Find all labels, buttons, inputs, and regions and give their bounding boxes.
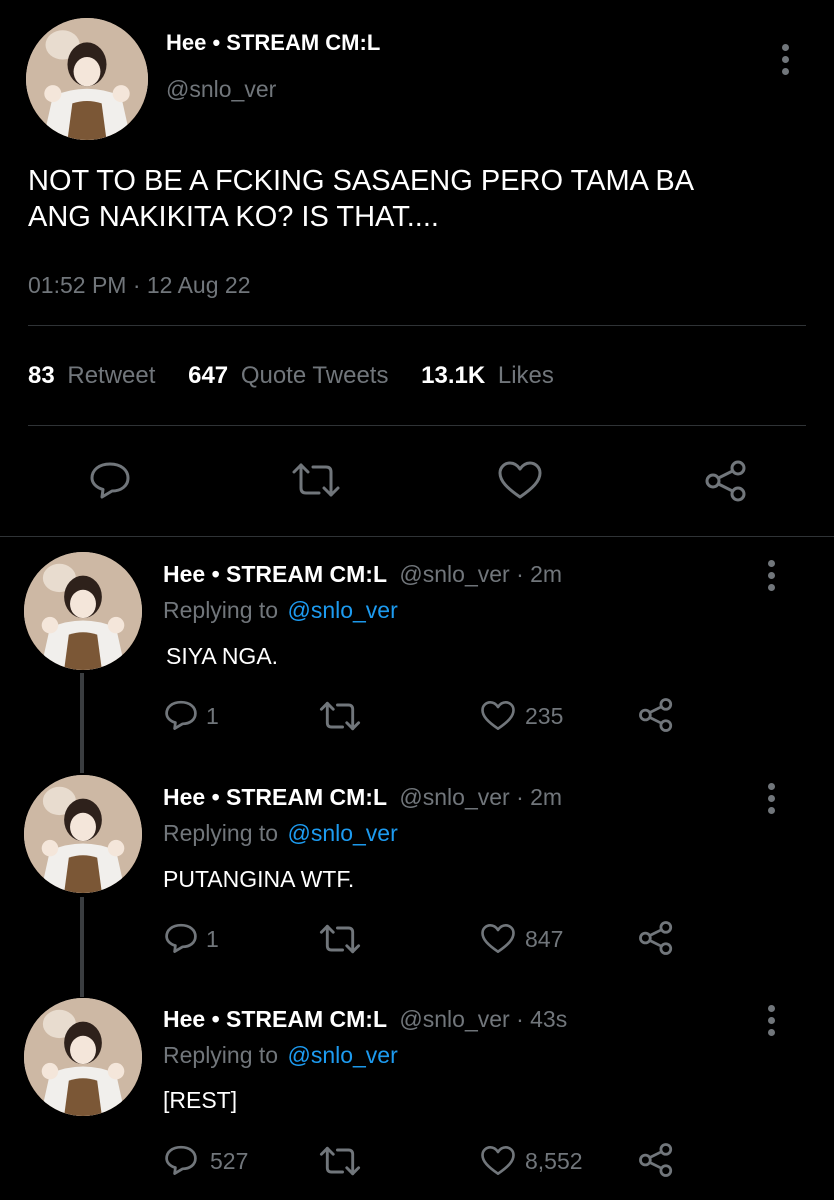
more-options-icon[interactable] bbox=[767, 1005, 775, 1036]
reply-header: Hee • STREAM CM:L @snlo_ver · 2m bbox=[163, 561, 562, 588]
more-options-icon[interactable] bbox=[767, 560, 775, 591]
like-count: 235 bbox=[525, 703, 564, 729]
replying-to-label: Replying to bbox=[163, 820, 279, 846]
tweet-stats: 83 Retweet 647 Quote Tweets 13.1K Likes bbox=[28, 362, 554, 390]
replying-to-link[interactable]: @snlo_ver bbox=[287, 1042, 397, 1068]
like-count: 847 bbox=[525, 926, 564, 952]
replying-to: Replying to @snlo_ver bbox=[163, 597, 398, 624]
like-icon[interactable] bbox=[480, 923, 516, 954]
divider bbox=[28, 425, 806, 426]
reply-header: Hee • STREAM CM:L @snlo_ver · 2m bbox=[163, 784, 562, 811]
tweet-text-line-1: NOT TO BE A FCKING SASAENG PERO TAMA BA bbox=[28, 165, 695, 197]
share-icon[interactable] bbox=[637, 1142, 675, 1178]
reply-header: Hee • STREAM CM:L @snlo_ver · 43s bbox=[163, 1006, 567, 1033]
likes-count: 13.1K bbox=[421, 362, 486, 389]
avatar[interactable] bbox=[24, 775, 142, 893]
retweet-icon[interactable] bbox=[318, 699, 362, 733]
retweet-icon[interactable] bbox=[318, 922, 362, 956]
quotes-stat[interactable]: 647 Quote Tweets bbox=[188, 362, 395, 389]
thread-line bbox=[80, 673, 84, 773]
likes-stat[interactable]: 13.1K Likes bbox=[421, 362, 554, 389]
reply-handle-time: @snlo_ver · 43s bbox=[399, 1006, 568, 1032]
retweets-label: Retweet bbox=[67, 362, 156, 389]
share-icon[interactable] bbox=[637, 697, 675, 733]
avatar[interactable] bbox=[24, 552, 142, 670]
quotes-label: Quote Tweets bbox=[240, 362, 389, 389]
quotes-count: 647 bbox=[188, 362, 229, 389]
replying-to-label: Replying to bbox=[163, 1042, 279, 1068]
avatar-image bbox=[24, 998, 142, 1116]
avatar-image bbox=[24, 775, 142, 893]
reply-text: SIYA NGA. bbox=[166, 643, 279, 669]
avatar[interactable] bbox=[26, 18, 148, 140]
reply-author-name[interactable]: Hee • STREAM CM:L bbox=[163, 561, 387, 587]
replying-to: Replying to @snlo_ver bbox=[163, 820, 398, 847]
replying-to-label: Replying to bbox=[163, 597, 279, 623]
reply-handle-time: @snlo_ver · 2m bbox=[399, 561, 563, 587]
retweet-icon[interactable] bbox=[318, 1144, 362, 1178]
reply-text: PUTANGINA WTF. bbox=[163, 866, 355, 892]
like-icon[interactable] bbox=[480, 1145, 516, 1176]
like-count: 8,552 bbox=[525, 1148, 583, 1174]
more-options-icon[interactable] bbox=[781, 44, 789, 75]
replying-to-link[interactable]: @snlo_ver bbox=[287, 597, 397, 623]
avatar-image bbox=[24, 552, 142, 670]
retweet-icon[interactable] bbox=[290, 460, 342, 500]
likes-label: Likes bbox=[497, 362, 554, 389]
retweets-stat[interactable]: 83 Retweet bbox=[28, 362, 162, 389]
reply-icon[interactable] bbox=[88, 460, 132, 500]
author-name[interactable]: Hee • STREAM CM:L bbox=[166, 30, 380, 56]
reply-icon[interactable] bbox=[163, 1144, 199, 1176]
like-icon[interactable] bbox=[497, 460, 543, 500]
reply-author-name[interactable]: Hee • STREAM CM:L bbox=[163, 784, 387, 810]
divider bbox=[28, 325, 806, 326]
reply-count: 1 bbox=[206, 926, 219, 952]
share-icon[interactable] bbox=[637, 920, 675, 956]
divider bbox=[0, 536, 834, 537]
reply-text: [REST] bbox=[163, 1087, 238, 1113]
like-icon[interactable] bbox=[480, 700, 516, 731]
author-handle[interactable]: @snlo_ver bbox=[166, 76, 276, 103]
reply-count: 1 bbox=[206, 703, 219, 729]
avatar-image bbox=[26, 18, 148, 140]
more-options-icon[interactable] bbox=[767, 783, 775, 814]
replying-to: Replying to @snlo_ver bbox=[163, 1042, 398, 1069]
retweets-count: 83 bbox=[28, 362, 55, 389]
thread-line bbox=[80, 897, 84, 997]
tweet-text: NOT TO BE A FCKING SASAENG PERO TAMA BA … bbox=[28, 163, 694, 235]
avatar[interactable] bbox=[24, 998, 142, 1116]
tweet-text-line-2: ANG NAKIKITA KO? IS THAT.... bbox=[28, 201, 439, 233]
reply-icon[interactable] bbox=[163, 922, 199, 954]
tweet-timestamp[interactable]: 01:52 PM · 12 Aug 22 bbox=[28, 272, 251, 299]
reply-handle-time: @snlo_ver · 2m bbox=[399, 784, 563, 810]
reply-author-name[interactable]: Hee • STREAM CM:L bbox=[163, 1006, 387, 1032]
reply-icon[interactable] bbox=[163, 699, 199, 731]
share-icon[interactable] bbox=[703, 459, 749, 503]
reply-count: 527 bbox=[210, 1148, 249, 1174]
replying-to-link[interactable]: @snlo_ver bbox=[287, 820, 397, 846]
